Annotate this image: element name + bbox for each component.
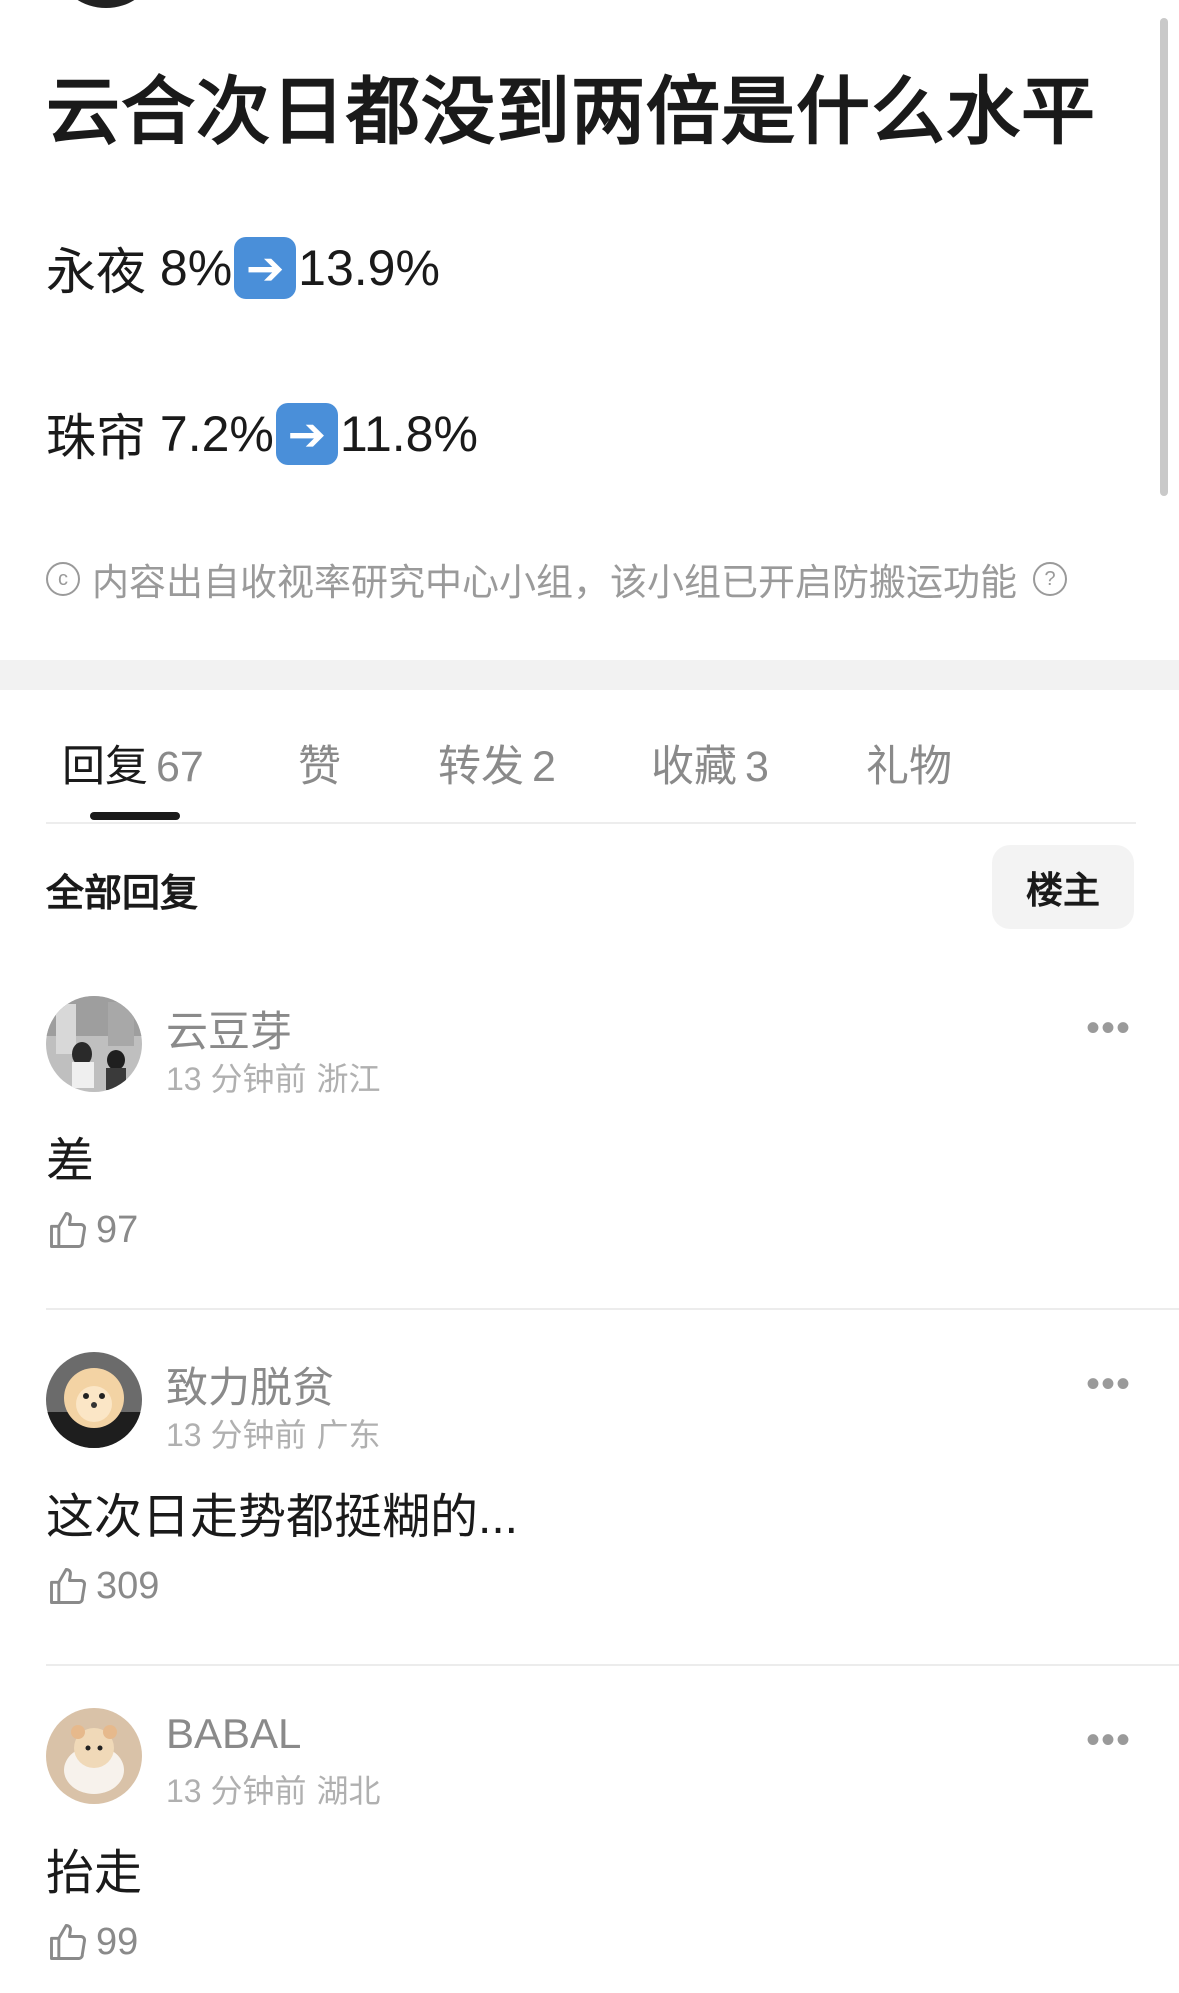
avatar[interactable]: [46, 1708, 142, 1804]
thumbs-up-icon: [50, 1568, 86, 1604]
comment-text: 抬走: [46, 1847, 143, 1900]
tab-label: 收藏: [651, 743, 737, 791]
scrollbar[interactable]: [1160, 18, 1168, 496]
avatar[interactable]: [46, 996, 142, 1092]
tab-label: 礼物: [866, 743, 952, 791]
rating-from: 7.2%: [159, 406, 274, 462]
tab-label: 赞: [298, 743, 341, 791]
rating-from: 8%: [159, 240, 233, 296]
copyright-text: 内容出自收视率研究中心小组，该小组已开启防搬运功能: [92, 562, 1017, 603]
comment-username[interactable]: 云豆芽: [166, 998, 292, 1059]
thumbs-up-icon: [50, 1924, 86, 1960]
thumbs-up-icon: [50, 1212, 86, 1248]
tab-gifts[interactable]: 礼物: [866, 732, 952, 794]
comment-text: 差: [46, 1135, 95, 1188]
tab-likes[interactable]: 赞: [298, 732, 341, 794]
rating-to: 11.8%: [339, 406, 478, 462]
help-icon[interactable]: ?: [1033, 562, 1067, 596]
tab-label: 转发: [438, 743, 524, 791]
more-dots-icon[interactable]: •••: [1086, 1362, 1131, 1407]
active-tab-indicator: [90, 812, 180, 820]
tab-reposts[interactable]: 转发 2: [438, 732, 556, 794]
post-line-zhulian: 珠帘 7.2% ➔ 11.8%: [46, 398, 478, 470]
comment-meta: 13 分钟前 广东: [166, 1410, 381, 1456]
like-count: 99: [96, 1920, 139, 1963]
comment-meta: 13 分钟前 浙江: [166, 1054, 381, 1100]
op-only-filter-button[interactable]: 楼主: [992, 845, 1134, 929]
comment-location: 广东: [316, 1417, 381, 1453]
comment-username[interactable]: BABAL: [166, 1710, 301, 1758]
more-dots-icon[interactable]: •••: [1086, 1718, 1131, 1763]
post-title: 云合次日都没到两倍是什么水平: [46, 70, 1096, 153]
comment-divider: [46, 1664, 1179, 1666]
tab-favorites[interactable]: 收藏 3: [651, 732, 769, 794]
like-count: 97: [96, 1208, 139, 1251]
like-button[interactable]: 309: [46, 1564, 159, 1608]
all-replies-heading: 全部回复: [46, 873, 199, 915]
post-line-yongye: 永夜 8% ➔ 13.9%: [46, 232, 440, 304]
rating-to: 13.9%: [298, 240, 440, 296]
like-count: 309: [96, 1564, 160, 1607]
like-button[interactable]: 97: [46, 1208, 138, 1252]
comment-username[interactable]: 致力脱贫: [166, 1354, 334, 1415]
copyright-icon: c: [46, 562, 80, 596]
tab-label: 回复: [62, 743, 148, 791]
tab-count: 2: [532, 743, 556, 791]
comment-time: 13 分钟前: [166, 1417, 307, 1453]
tab-replies[interactable]: 回复 67: [62, 732, 204, 794]
show-name: 永夜: [46, 244, 146, 300]
right-arrow-icon: ➔: [234, 237, 297, 299]
right-arrow-icon: ➔: [275, 403, 338, 465]
tab-count: 3: [745, 743, 769, 791]
comment-time: 13 分钟前: [166, 1061, 307, 1097]
tab-count: 67: [156, 743, 204, 791]
tab-bar: 回复 67 赞 转发 2 收藏 3 礼物: [46, 720, 1136, 824]
comment-meta: 13 分钟前 湖北: [166, 1766, 381, 1812]
comment-location: 浙江: [316, 1061, 381, 1097]
section-divider: [0, 660, 1179, 690]
comment-divider: [46, 1308, 1179, 1310]
more-dots-icon[interactable]: •••: [1086, 1006, 1131, 1051]
show-name: 珠帘: [46, 410, 146, 466]
top-avatar-partial: [62, 0, 150, 8]
avatar[interactable]: [46, 1352, 142, 1448]
comment-time: 13 分钟前: [166, 1773, 307, 1809]
like-button[interactable]: 99: [46, 1920, 138, 1964]
copyright-notice: c 内容出自收视率研究中心小组，该小组已开启防搬运功能 ?: [46, 552, 1067, 606]
comment-location: 湖北: [316, 1773, 381, 1809]
comment-text: 这次日走势都挺糊的...: [46, 1491, 519, 1544]
